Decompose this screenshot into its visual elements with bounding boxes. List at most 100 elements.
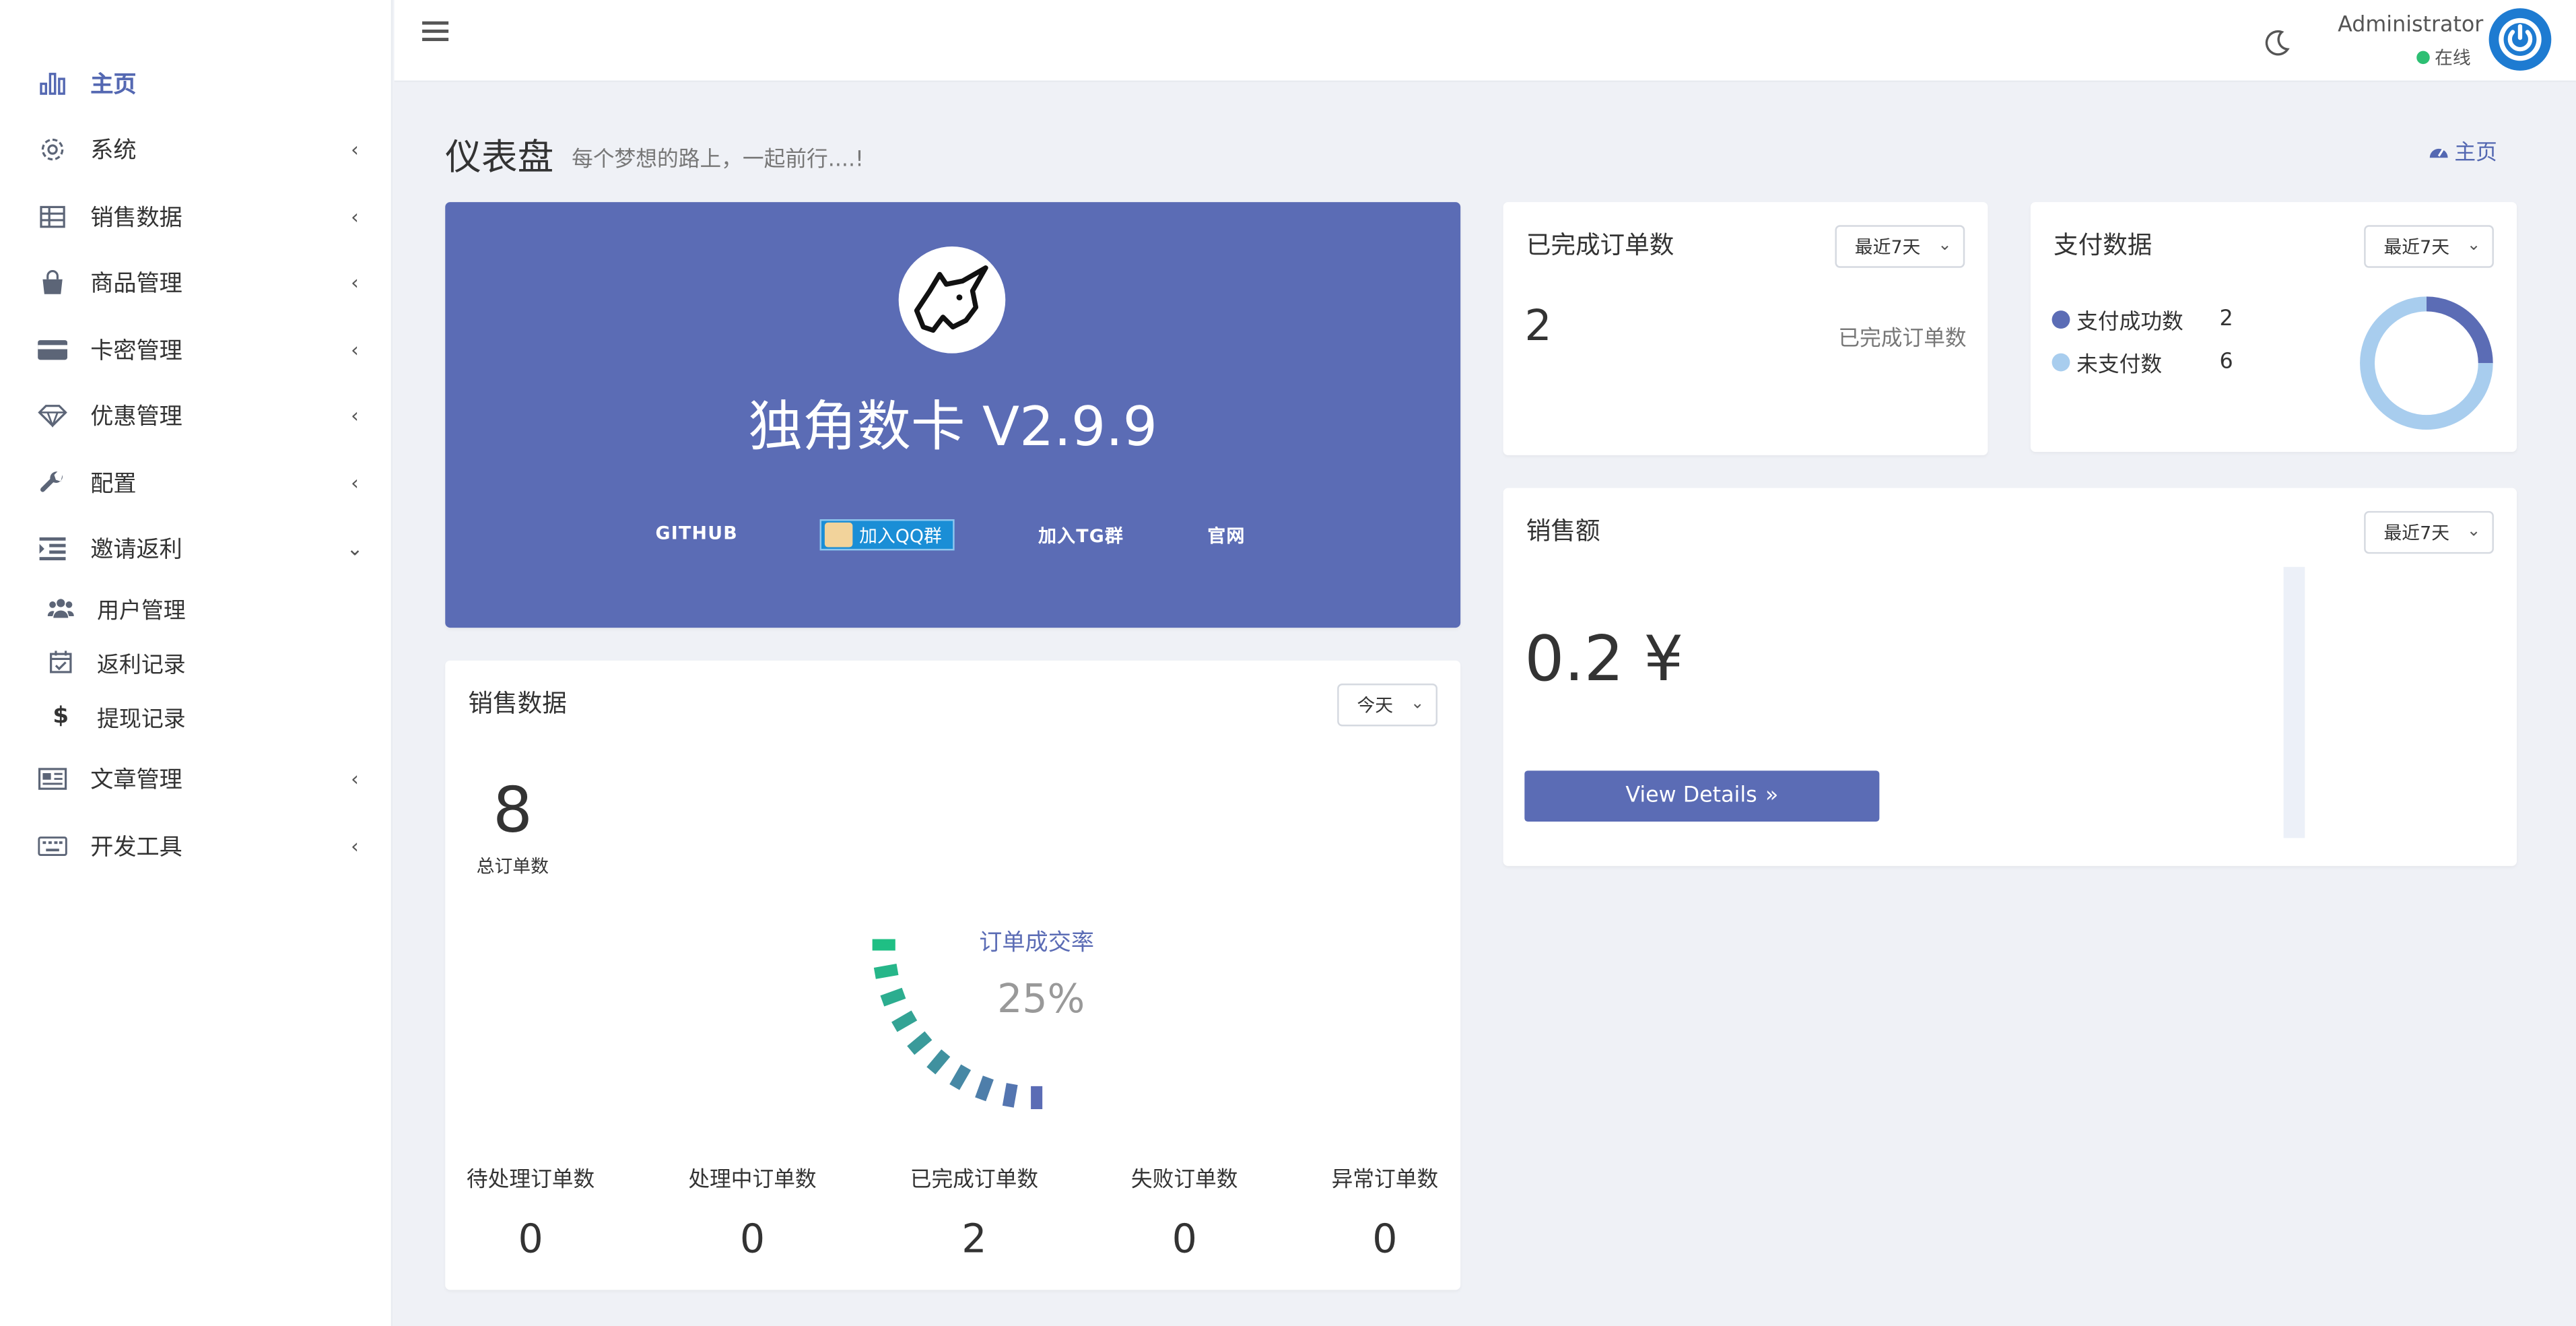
completed-orders-label: 已完成订单数 — [1838, 327, 1967, 352]
dollar-icon: $ — [53, 703, 69, 730]
failed-orders-label: 失败订单数 — [1130, 1168, 1238, 1193]
table-icon — [36, 201, 69, 234]
range-select[interactable]: 最近7天 ⌄ — [1835, 225, 1965, 268]
conversion-gauge — [872, 939, 1043, 1110]
sales-amount-value: 0.2 ¥ — [1524, 622, 1684, 696]
dashboard-icon — [2429, 148, 2448, 158]
abnormal-orders-label: 异常订单数 — [1331, 1168, 1439, 1193]
newspaper-icon — [36, 762, 69, 795]
completed-orders-stat-value: 2 — [961, 1216, 987, 1262]
credit-card-icon — [36, 333, 69, 366]
bar-chart-icon — [36, 67, 69, 100]
card-title: 支付数据 — [2054, 230, 2153, 260]
chevron-left-icon: ‹ — [351, 338, 359, 362]
chevron-down-icon: ⌄ — [2466, 236, 2481, 255]
sidebar-item-label: 文章管理 — [90, 767, 182, 794]
sidebar-item-label: 开发工具 — [90, 834, 182, 861]
menu-toggle-icon[interactable] — [422, 21, 449, 48]
failed-orders-value: 0 — [1172, 1216, 1197, 1262]
sidebar-subitem-users[interactable]: 用户管理 — [46, 590, 186, 626]
join-qq-group-button[interactable]: 加入QQ群 — [819, 519, 955, 551]
status-text: 在线 — [2435, 47, 2471, 69]
breadcrumb-home: 主页 — [2454, 141, 2497, 166]
sidebar-item-devtools[interactable]: 开发工具 ‹ — [36, 826, 365, 866]
range-select-value: 最近7天 — [2383, 522, 2450, 544]
view-details-button[interactable]: View Details » — [1524, 770, 1880, 822]
dark-mode-toggle-icon[interactable] — [2260, 26, 2293, 59]
qq-button-label: 加入QQ群 — [859, 525, 942, 547]
keyboard-icon — [36, 830, 69, 863]
qq-group-icon — [824, 522, 853, 548]
hero-title: 独角数卡 V2.9.9 — [748, 394, 1158, 459]
github-link[interactable]: GITHUB — [656, 523, 738, 544]
chevron-left-icon: ‹ — [351, 471, 359, 495]
sidebar-item-home[interactable]: 主页 — [36, 64, 365, 104]
pending-orders-label: 待处理订单数 — [466, 1168, 595, 1193]
conversion-rate-value: 25% — [997, 976, 1085, 1022]
chevron-down-icon: ⌄ — [1938, 236, 1952, 255]
sidebar-subitem-rebate-records[interactable]: 返利记录 — [46, 644, 186, 680]
conversion-rate-label: 订单成交率 — [979, 930, 1095, 957]
sidebar-item-config[interactable]: 配置 ‹ — [36, 463, 365, 503]
chevron-left-icon: ‹ — [351, 834, 359, 858]
range-select-value: 今天 — [1357, 695, 1394, 717]
gauge-segment — [949, 1064, 972, 1090]
page-subtitle: 每个梦想的路上，一起前行....! — [572, 147, 864, 173]
sidebar-subitem-label: 返利记录 — [96, 652, 186, 679]
join-tg-link[interactable]: 加入TG群 — [1038, 523, 1124, 549]
double-chevron-right-icon: » — [1765, 783, 1779, 809]
sidebar-item-articles[interactable]: 文章管理 ‹ — [36, 759, 365, 799]
processing-orders-value: 0 — [739, 1216, 766, 1262]
donut-slice — [2426, 296, 2493, 364]
sidebar-item-sales[interactable]: 销售数据 ‹ — [36, 197, 365, 237]
payment-card: 支付数据 最近7天 ⌄ 支付成功数 2 未支付数 6 — [2030, 202, 2517, 452]
user-name[interactable]: Administrator — [2338, 13, 2483, 38]
sidebar-item-coupons[interactable]: 优惠管理 ‹ — [36, 396, 365, 436]
gauge-segment — [975, 1075, 994, 1102]
total-orders-label: 总订单数 — [476, 856, 549, 877]
completed-orders-stat-label: 已完成订单数 — [910, 1168, 1039, 1193]
abnormal-orders-value: 0 — [1372, 1216, 1398, 1262]
unicorn-logo-icon — [898, 246, 1006, 354]
gauge-segment — [907, 1031, 933, 1055]
view-details-label: View Details — [1625, 783, 1757, 809]
sidebar: 主页 系统 ‹ 销售数据 ‹ 商品管理 ‹ 卡密管理 ‹ 优惠管理 ‹ 配置 ‹… — [0, 0, 393, 1326]
range-select[interactable]: 最近7天 ⌄ — [2364, 225, 2494, 268]
range-select-value: 最近7天 — [2383, 236, 2450, 259]
wrench-icon — [36, 467, 69, 500]
chevron-left-icon: ‹ — [351, 137, 359, 162]
range-select[interactable]: 最近7天 ⌄ — [2364, 510, 2494, 554]
hero-card: 独角数卡 V2.9.9 GITHUB 加入QQ群 加入TG群 官网 — [445, 202, 1461, 628]
sidebar-subitem-withdrawals[interactable]: $ 提现记录 — [46, 698, 185, 735]
range-select[interactable]: 今天 ⌄ — [1337, 684, 1437, 727]
gauge-segment — [873, 964, 899, 979]
legend-value: 2 — [2219, 307, 2233, 332]
sidebar-item-label: 配置 — [90, 471, 137, 498]
sidebar-item-system[interactable]: 系统 ‹ — [36, 130, 365, 170]
legend-color-dot — [2052, 310, 2070, 329]
gauge-segment — [880, 987, 906, 1007]
sidebar-item-products[interactable]: 商品管理 ‹ — [36, 263, 365, 302]
official-site-link[interactable]: 官网 — [1207, 523, 1245, 549]
legend-label: 未支付数 — [2076, 353, 2163, 378]
card-title: 已完成订单数 — [1526, 230, 1674, 260]
sales-data-card: 销售数据 今天 ⌄ 8 总订单数 订单成交率 25% 待处理订单数 0 处理中订… — [445, 660, 1461, 1290]
total-orders-value: 8 — [493, 774, 533, 847]
legend-value: 6 — [2219, 350, 2233, 375]
processing-orders-label: 处理中订单数 — [688, 1168, 817, 1193]
users-icon — [46, 593, 75, 623]
legend-label: 支付成功数 — [2076, 310, 2183, 335]
sidebar-item-invite[interactable]: 邀请返利 ⌄ — [36, 529, 365, 569]
sidebar-item-label: 卡密管理 — [90, 338, 182, 365]
online-status: 在线 — [2416, 44, 2471, 71]
breadcrumb[interactable]: 主页 — [2428, 135, 2497, 166]
pending-orders-value: 0 — [518, 1216, 543, 1262]
completed-orders-card: 已完成订单数 最近7天 ⌄ 2 已完成订单数 — [1503, 202, 1988, 455]
avatar[interactable] — [2488, 8, 2552, 71]
sidebar-item-cards[interactable]: 卡密管理 ‹ — [36, 330, 365, 370]
legend-item: 支付成功数 2 — [2052, 304, 2233, 335]
card-title: 销售数据 — [468, 688, 567, 719]
legend-color-dot — [2052, 353, 2070, 372]
gauge-segment — [926, 1049, 951, 1075]
sidebar-item-label: 主页 — [90, 72, 137, 99]
